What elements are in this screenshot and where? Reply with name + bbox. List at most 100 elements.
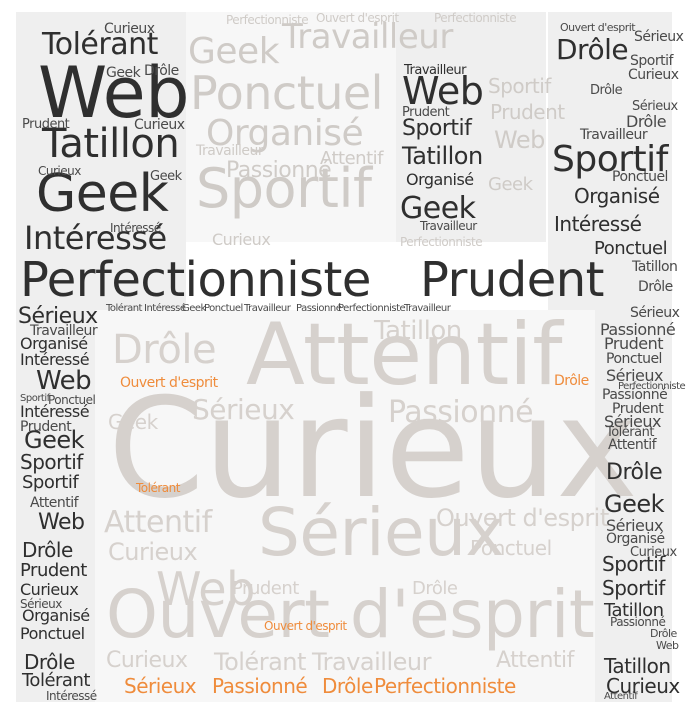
word-geek-center-lite: Geek bbox=[488, 174, 533, 195]
word-perfectionniste-large: Perfectionniste bbox=[20, 252, 371, 308]
word-ouvert-orange: Ouvert d'esprit bbox=[120, 375, 218, 391]
word-travailleur-center-2: Travailleur bbox=[420, 219, 477, 233]
word-serieux-right-3: Sérieux bbox=[630, 305, 680, 321]
word-travailleur-band: Travailleur bbox=[244, 303, 291, 314]
word-drole-left-2: Drôle bbox=[24, 650, 75, 674]
word-curieux-lite: Curieux bbox=[212, 230, 271, 249]
word-tolerant-left: Tolérant bbox=[22, 670, 90, 691]
word-perfectionniste-lite-2: Perfectionniste bbox=[434, 11, 517, 25]
word-ponctuel-band: Ponctuel bbox=[204, 303, 243, 314]
word-drole-right: Drôle bbox=[556, 33, 629, 66]
word-ponctuel-mid: Ponctuel bbox=[470, 536, 552, 560]
word-ponctuel-lite: Ponctuel bbox=[190, 66, 383, 120]
word-passionne-lite: Passionné bbox=[226, 158, 332, 183]
word-ouvert-right: Ouvert d'esprit bbox=[560, 21, 636, 34]
word-drole-right-3: Drôle bbox=[638, 279, 673, 295]
word-drole-low: Drôle bbox=[412, 578, 458, 599]
word-web-left-2: Web bbox=[38, 510, 85, 535]
word-prudent-small-1: Prudent bbox=[22, 117, 70, 132]
word-organise-center: Organisé bbox=[406, 170, 474, 189]
word-serieux-right: Sérieux bbox=[634, 29, 684, 45]
word-passionne-mid: Passionné bbox=[388, 395, 534, 430]
word-ponctuel-right-3: Ponctuel bbox=[606, 351, 662, 367]
word-geek-small-2: Geek bbox=[150, 169, 182, 184]
word-interesse-left-2: Intéressé bbox=[20, 402, 90, 421]
word-ponctuel-right-2: Ponctuel bbox=[594, 238, 668, 259]
word-perfectionniste-center-lite: Perfectionniste bbox=[400, 235, 483, 249]
word-drole-orange: Drôle bbox=[322, 674, 373, 698]
word-curieux-right: Curieux bbox=[628, 67, 679, 83]
word-organise-left-2: Organisé bbox=[22, 606, 90, 625]
word-sportif-left: Sportif bbox=[20, 450, 83, 474]
word-tatillon-mid: Tatillon bbox=[374, 316, 462, 346]
word-geek-lite: Geek bbox=[188, 31, 280, 72]
word-passionne-band: Passionné bbox=[296, 303, 342, 314]
word-travailleur-band-2: Travailleur bbox=[404, 303, 451, 314]
word-tolerant-mid: Tolérant bbox=[214, 648, 306, 676]
word-curieux-left: Curieux bbox=[20, 580, 79, 599]
word-drole-small-1: Drôle bbox=[144, 63, 179, 79]
word-drole-orange-2: Drôle bbox=[554, 373, 589, 389]
word-sportif-right-3: Sportif bbox=[602, 576, 665, 600]
word-geek-band: Geek bbox=[182, 303, 206, 314]
word-serieux-mid: Sérieux bbox=[192, 393, 295, 426]
word-serieux-orange: Sérieux bbox=[124, 674, 197, 698]
word-web-center-lite: Web bbox=[494, 126, 545, 154]
word-prudent-center: Prudent bbox=[402, 105, 450, 120]
word-prudent-right: Prudent bbox=[604, 334, 664, 353]
word-interesse-small-1: Intéressé bbox=[110, 221, 161, 235]
word-web-right: Web bbox=[656, 639, 679, 652]
word-interesse-left-3: Intéressé bbox=[46, 689, 97, 703]
word-curieux-small-1: Curieux bbox=[104, 21, 155, 37]
word-attentif-right-2: Attentif bbox=[604, 691, 638, 702]
word-drole-right-small: Drôle bbox=[590, 83, 623, 98]
word-tolerant-orange: Tolérant bbox=[136, 481, 180, 495]
word-travailleur-lite-2: Travailleur bbox=[196, 143, 264, 159]
word-ponctuel-left-2: Ponctuel bbox=[20, 624, 85, 643]
word-geek-left: Geek bbox=[24, 426, 85, 454]
word-cloud: Curieux Attentif Sérieux Ouvert d'esprit… bbox=[0, 0, 691, 722]
word-drole-right-4: Drôle bbox=[606, 460, 663, 485]
word-geek-mid: Geek bbox=[108, 410, 158, 434]
word-prudent-mid: Prudent bbox=[232, 578, 299, 599]
word-sportif-center: Sportif bbox=[402, 116, 472, 141]
word-geek-right: Geek bbox=[604, 490, 665, 518]
word-geek-small-1: Geek bbox=[106, 65, 141, 81]
word-passionne-orange: Passionné bbox=[212, 674, 308, 698]
word-curieux-small-2: Curieux bbox=[134, 117, 185, 133]
word-sportif-right-2: Sportif bbox=[602, 552, 665, 576]
word-prudent-center-lite: Prudent bbox=[490, 100, 565, 124]
word-perfectionniste-lite: Perfectionniste bbox=[226, 13, 309, 27]
word-tolerant-band: Tolérant bbox=[106, 303, 142, 314]
word-attentif-mid: Attentif bbox=[104, 505, 212, 540]
word-attentif-left: Attentif bbox=[30, 495, 79, 511]
word-travailleur-center: Travailleur bbox=[404, 63, 466, 78]
word-ponctuel-right: Ponctuel bbox=[612, 169, 668, 185]
word-tatillon-center: Tatillon bbox=[402, 142, 483, 170]
word-perfectionniste-orange: Perfectionniste bbox=[374, 674, 516, 698]
word-drole-mid: Drôle bbox=[112, 327, 217, 373]
word-curieux-mid: Curieux bbox=[108, 538, 198, 566]
word-attentif-right: Attentif bbox=[608, 437, 657, 453]
word-interesse-band: Intéressé bbox=[144, 303, 186, 314]
word-organise-right-2: Organisé bbox=[606, 531, 665, 547]
word-attentif-lite: Attentif bbox=[320, 148, 384, 169]
word-prudent-left-2: Prudent bbox=[20, 560, 87, 581]
word-travailleur-mid: Travailleur bbox=[312, 648, 431, 676]
word-ouvert-orange-2: Ouvert d'esprit bbox=[264, 619, 347, 633]
word-attentif-low: Attentif bbox=[496, 648, 574, 673]
word-drole-right-5: Drôle bbox=[650, 627, 677, 640]
word-web-left: Web bbox=[36, 366, 92, 396]
word-ouvert-mid: Ouvert d'esprit bbox=[436, 504, 609, 532]
word-passionne-right-2: Passionné bbox=[602, 387, 668, 403]
word-prudent-large: Prudent bbox=[420, 252, 605, 308]
word-ouvert-lite: Ouvert d'esprit bbox=[316, 11, 399, 25]
word-perfectionniste-band: Perfectionniste bbox=[338, 303, 406, 314]
word-organise-right: Organisé bbox=[574, 184, 660, 208]
word-curieux-low: Curieux bbox=[106, 648, 188, 673]
word-sportif-center-lite: Sportif bbox=[488, 74, 551, 98]
word-tatillon-right-3: Tatillon bbox=[604, 654, 671, 678]
word-curieux-small-3: Curieux bbox=[38, 164, 81, 178]
word-interesse-right: Intéressé bbox=[554, 212, 642, 236]
word-tatillon-right: Tatillon bbox=[632, 259, 678, 275]
